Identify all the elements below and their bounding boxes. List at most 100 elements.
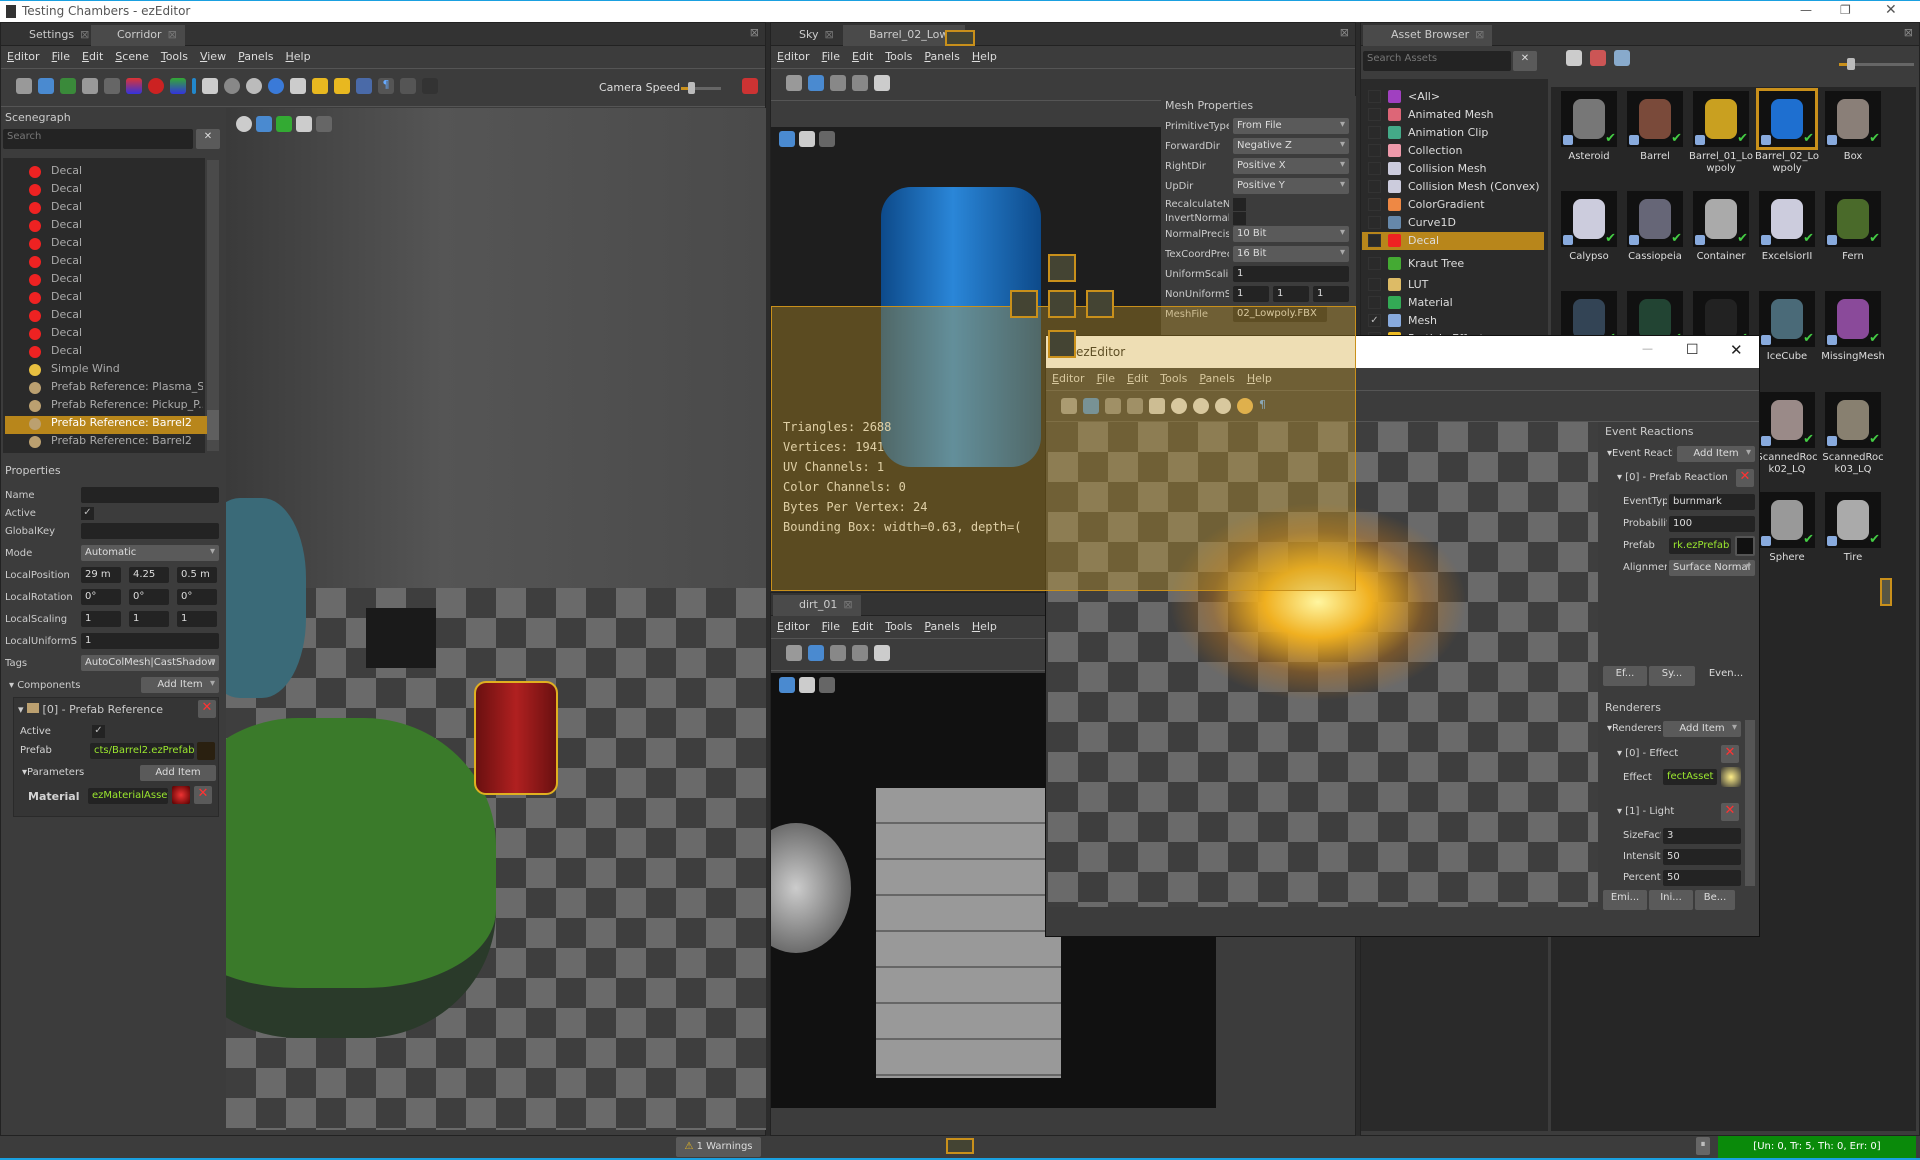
camera-speed-slider[interactable]: [681, 82, 721, 94]
asset-tile[interactable]: ✔ Calypso: [1556, 191, 1622, 289]
import-asset-icon[interactable]: [1566, 50, 1582, 66]
scenegraph-item[interactable]: Prefab Reference: Plasma_S...: [23, 380, 203, 398]
category-checkbox[interactable]: [1368, 162, 1381, 175]
render-mode-icon[interactable]: [779, 677, 795, 693]
export-view-icon[interactable]: [296, 116, 312, 132]
delete-asset-icon[interactable]: [1590, 50, 1606, 66]
mesh-prop-dropdown[interactable]: Positive X: [1233, 158, 1349, 174]
reaction-prefab-field[interactable]: rk.ezPrefab: [1669, 538, 1731, 554]
save-all-icon[interactable]: [38, 78, 54, 94]
parameters-label[interactable]: ▾Parameters: [22, 767, 84, 778]
tab-dirt-01[interactable]: dirt_01 ⊠: [773, 595, 861, 616]
save-icon[interactable]: [1061, 398, 1077, 414]
probability-input[interactable]: 100: [1669, 516, 1755, 532]
close-tab-icon[interactable]: ⊠: [824, 28, 833, 41]
tab-behaviors[interactable]: Be...: [1695, 890, 1735, 910]
menu-panels[interactable]: Panels: [918, 616, 965, 633]
remove-reaction-button[interactable]: ✕: [1736, 469, 1754, 487]
remove-component-button[interactable]: ✕: [198, 700, 216, 718]
nonuniform-y-input[interactable]: 1: [1273, 286, 1309, 302]
create-object-icon[interactable]: [202, 78, 218, 94]
slider-handle[interactable]: [688, 82, 695, 94]
add-component-button[interactable]: Add Item: [141, 677, 219, 693]
menu-tools[interactable]: Tools: [879, 616, 918, 633]
prefab-asset-browse-button[interactable]: [197, 742, 215, 760]
menu-tools[interactable]: Tools: [155, 46, 194, 63]
percentage-input[interactable]: 50: [1663, 870, 1741, 886]
effect-preview-button[interactable]: [1721, 767, 1741, 787]
menu-file[interactable]: File: [816, 46, 846, 63]
category-checkbox[interactable]: [1368, 296, 1381, 309]
tab-emitters[interactable]: Emi...: [1603, 890, 1647, 910]
sphere-icon[interactable]: [224, 78, 240, 94]
save-all-icon[interactable]: [808, 75, 824, 91]
menu-edit[interactable]: Edit: [846, 616, 879, 633]
light-renderer-header[interactable]: ▾ [1] - Light: [1617, 806, 1674, 817]
category-item[interactable]: ✓ Mesh: [1362, 312, 1544, 330]
rotation-x-input[interactable]: 0°: [81, 589, 121, 605]
asset-tile[interactable]: ✔ Container: [1688, 191, 1754, 289]
scenegraph-item[interactable]: Decal: [23, 254, 203, 272]
nonuniform-x-input[interactable]: 1: [1233, 286, 1269, 302]
save-all-icon[interactable]: [808, 645, 824, 661]
export-view-icon[interactable]: [799, 131, 815, 147]
scenegraph-item[interactable]: Simple Wind: [23, 362, 203, 380]
select-tool-icon[interactable]: [104, 78, 120, 94]
dot-icon[interactable]: [400, 78, 416, 94]
mesh-prop-dropdown[interactable]: Negative Z: [1233, 138, 1349, 154]
mesh-prop-dropdown[interactable]: 10 Bit: [1233, 226, 1349, 242]
tab-effect[interactable]: Ef...: [1603, 666, 1647, 686]
menu-panels[interactable]: Panels: [918, 46, 965, 63]
menu-editor[interactable]: Editor: [1, 46, 46, 63]
add-parameter-button[interactable]: Add Item: [140, 765, 216, 781]
category-item[interactable]: <All>: [1362, 88, 1544, 106]
scene-viewport[interactable]: [226, 108, 766, 1130]
scale-gizmo-icon[interactable]: [170, 78, 186, 94]
category-item[interactable]: Decal: [1362, 232, 1544, 250]
remove-effect-renderer-button[interactable]: ✕: [1721, 745, 1739, 763]
gamepad-icon[interactable]: [290, 78, 306, 94]
alignment-dropdown[interactable]: Surface Normal: [1669, 560, 1755, 576]
clear-asset-search-button[interactable]: ✕: [1513, 51, 1537, 71]
close-window-icon[interactable]: ⊠: [1904, 26, 1913, 39]
asset-list-view-icon[interactable]: [1614, 50, 1630, 66]
pause-icon[interactable]: [1171, 398, 1187, 414]
close-tab-icon[interactable]: ⊠: [80, 28, 89, 41]
tab-sky[interactable]: Sky ⊠: [773, 25, 842, 46]
close-button[interactable]: ✕: [1885, 2, 1897, 18]
category-item[interactable]: ColorGradient: [1362, 196, 1544, 214]
scenegraph-item[interactable]: Prefab Reference: Barrel2: [23, 434, 203, 452]
name-input[interactable]: [81, 487, 219, 503]
asset-tile[interactable]: ✔ Barrel_02_Lowpoly: [1754, 88, 1820, 189]
asset-tile[interactable]: ✔ ScannedRock02_LQ: [1754, 392, 1820, 490]
clear-search-button[interactable]: ✕: [196, 129, 220, 149]
menu-view[interactable]: View: [194, 46, 232, 63]
menu-panels[interactable]: Panels: [1193, 368, 1240, 385]
asset-tile[interactable]: ✔ Tire: [1820, 492, 1886, 590]
scenegraph-item[interactable]: Prefab Reference: Pickup_P...: [23, 398, 203, 416]
scale-y-input[interactable]: 1: [129, 611, 169, 627]
pilcrow-icon[interactable]: ¶: [1259, 398, 1275, 414]
renderers-list-label[interactable]: ▾Renderers: [1607, 723, 1661, 734]
category-checkbox[interactable]: [1368, 126, 1381, 139]
tab-corridor[interactable]: Corridor ⊠: [91, 25, 185, 46]
mesh-prop-dropdown[interactable]: From File: [1233, 118, 1349, 134]
menu-scene[interactable]: Scene: [109, 46, 155, 63]
material-preview-button[interactable]: [172, 786, 190, 804]
reaction-prefab-browse-button[interactable]: [1735, 536, 1755, 556]
rotate-gizmo-icon[interactable]: [148, 78, 164, 94]
components-label[interactable]: ▾ Components: [9, 680, 80, 691]
event-type-input[interactable]: burnmark: [1669, 494, 1755, 510]
slider-handle[interactable]: [1847, 58, 1855, 70]
add-event-reaction-button[interactable]: Add Item: [1677, 446, 1755, 462]
close-button[interactable]: ✕: [1730, 341, 1743, 359]
scenegraph-item[interactable]: Prefab Reference: Barrel2: [5, 416, 209, 434]
globalkey-input[interactable]: [81, 523, 219, 539]
undo-icon[interactable]: [830, 75, 846, 91]
undo-icon[interactable]: [60, 78, 76, 94]
scenegraph-item[interactable]: Decal: [23, 200, 203, 218]
scrollbar-thumb[interactable]: [207, 410, 219, 440]
tab-settings[interactable]: Settings ⊠: [3, 25, 97, 46]
close-tab-icon[interactable]: ⊠: [1475, 28, 1484, 41]
renderers-scrollbar[interactable]: [1745, 720, 1755, 886]
